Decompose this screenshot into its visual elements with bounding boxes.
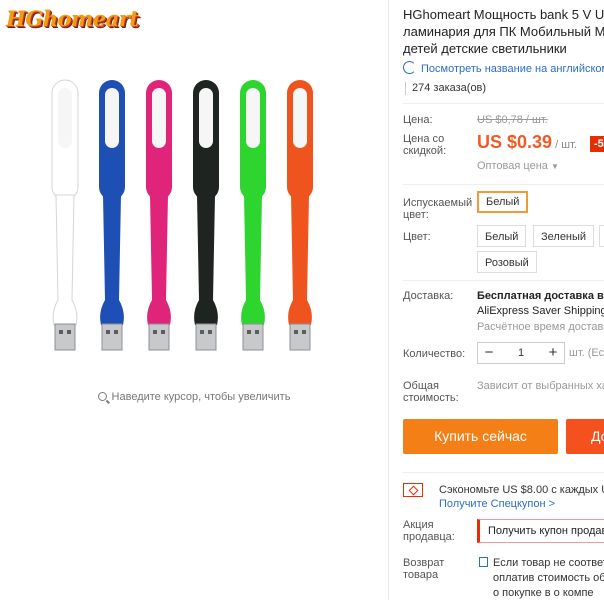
usb-lamp <box>240 80 266 351</box>
returns-line: о покупке в о компе <box>493 587 594 599</box>
shipping-label: Доставка: <box>403 290 454 302</box>
usb-lamp <box>99 80 125 351</box>
product-info: HGhomeart Мощность bank 5 V USB ламинари… <box>403 0 604 600</box>
divider <box>403 184 604 185</box>
color-option-partial[interactable] <box>599 225 604 247</box>
get-seller-coupon-button[interactable]: Получить купон продавца <box>477 519 604 543</box>
discount-price-row: US $0.39 / шт. <box>477 132 577 153</box>
color-option[interactable]: Зеленый <box>533 225 595 247</box>
delivery-time: Расчётное время доставки <box>477 321 604 333</box>
discount-badge: -50 <box>590 136 604 152</box>
zoom-hint-text: Наведите курсор, чтобы увеличить <box>111 391 291 403</box>
usb-lamp <box>146 80 172 351</box>
total-value: Зависит от выбранных хара <box>477 380 604 392</box>
divider <box>403 472 604 473</box>
color-option[interactable]: Розовый <box>477 251 537 273</box>
product-image[interactable] <box>0 0 388 380</box>
product-title: HGhomeart Мощность bank 5 V USB ламинари… <box>403 6 604 57</box>
translate-icon <box>403 61 416 74</box>
quantity-input[interactable]: 1 <box>500 343 542 363</box>
returns-label: Возврат товара <box>403 557 445 581</box>
emitted-color-label: Испускаемый цвет: <box>403 197 473 221</box>
panel-divider <box>388 0 389 600</box>
divider <box>403 280 604 281</box>
price-label: Цена: <box>403 114 433 126</box>
quantity-increase-button[interactable]: + <box>542 343 564 363</box>
usb-lamp <box>193 80 219 351</box>
return-icon <box>479 557 488 567</box>
wholesale-price[interactable]: Оптовая цена ▼ <box>477 160 559 172</box>
get-coupon-link[interactable]: Получите Спецкупон > <box>439 498 555 510</box>
quantity-decrease-button[interactable]: − <box>478 343 500 363</box>
color-label: Цвет: <box>403 231 431 243</box>
coupon-save-text: Сэкономьте US $8.00 с каждых US <box>439 484 604 496</box>
product-gallery: HGhomeart Наведите курсор, чтобы увеличи… <box>0 0 388 600</box>
old-price: US $0,78 / шт. <box>477 114 548 126</box>
returns-text: Если товар не соответс оплатив стоимость… <box>493 556 604 600</box>
discount-price-label: Цена со скидкой: <box>403 133 447 157</box>
quantity-label: Количество: <box>403 348 466 360</box>
shipping-method: AliExpress Saver Shipping <box>477 305 604 317</box>
quantity-stepper: − 1 + <box>477 342 565 364</box>
divider <box>403 103 604 104</box>
translate-link[interactable]: Посмотреть название на английском <box>403 61 604 75</box>
coupon-icon <box>403 483 423 497</box>
quantity-unit: шт. (Есть в <box>569 347 604 359</box>
wholesale-text[interactable]: Оптовая цена <box>477 160 548 172</box>
returns-line: Если товар не соответс <box>493 557 604 569</box>
add-to-cart-button[interactable]: До <box>566 419 604 454</box>
seller-promo-label: Акция продавца: <box>403 519 455 543</box>
usb-lamp <box>51 79 79 351</box>
search-icon <box>97 392 107 401</box>
translate-link-text[interactable]: Посмотреть название на английском <box>421 63 604 75</box>
buy-now-button[interactable]: Купить сейчас <box>403 419 558 454</box>
usb-lamp <box>287 80 313 351</box>
color-option[interactable]: Белый <box>477 225 527 247</box>
product-title-line: детей детские светильники <box>403 41 567 56</box>
discount-price: US $0.39 <box>477 132 553 152</box>
orders-count: 274 заказа(ов) <box>403 82 486 95</box>
chevron-down-icon: ▼ <box>550 162 559 171</box>
returns-line: оплатив стоимость обра <box>493 572 604 584</box>
product-title-line: ламинария для ПК Мобильный М <box>403 24 604 39</box>
zoom-hint: Наведите курсор, чтобы увеличить <box>0 391 388 403</box>
price-unit: / шт. <box>555 139 577 151</box>
total-label: Общая стоимость: <box>403 380 459 404</box>
product-title-line: HGhomeart Мощность bank 5 V USB <box>403 7 604 22</box>
shipping-destination[interactable]: Бесплатная доставка в Ро <box>477 290 604 302</box>
emitted-color-option-selected[interactable]: Белый <box>477 191 529 213</box>
